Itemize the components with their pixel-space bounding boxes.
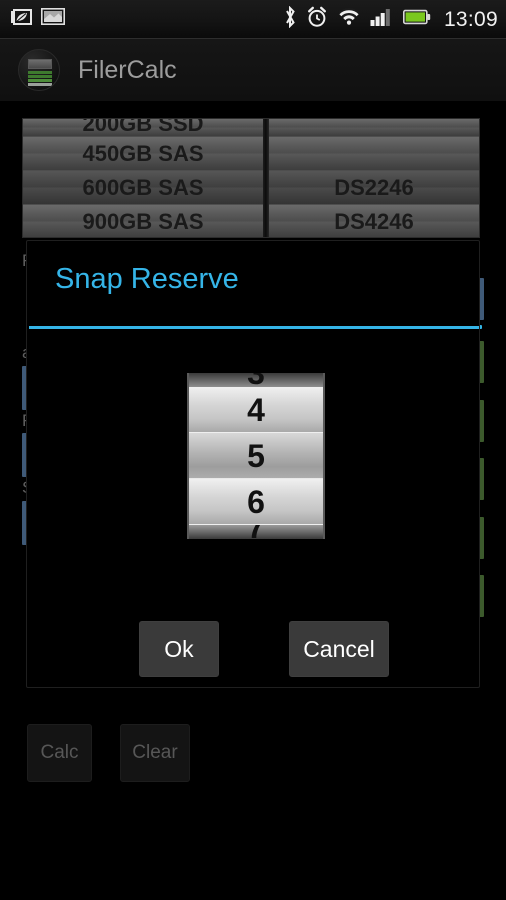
filer-rack-icon[interactable]	[18, 49, 60, 91]
dialog-title: Snap Reserve	[55, 263, 239, 295]
snap-reserve-number-picker[interactable]: 3 4 5 6 7	[187, 373, 325, 539]
snap-reserve-dialog: Snap Reserve 3 4 5 6 7 Ok Cancel	[26, 240, 480, 688]
table-row[interactable]: DS4246	[269, 205, 479, 237]
clear-button[interactable]: Clear	[120, 724, 190, 782]
picker-item-above[interactable]: 4	[189, 387, 323, 433]
ok-button[interactable]: Ok	[139, 621, 219, 677]
action-bar: FilerCalc	[0, 39, 506, 101]
table-row[interactable]	[269, 137, 479, 171]
rack-row	[28, 71, 52, 74]
rack-row	[28, 83, 52, 86]
eco-leaf-icon	[10, 8, 32, 30]
picker-item-selected[interactable]: 5	[189, 433, 323, 479]
alarm-clock-icon	[306, 6, 328, 33]
status-clock: 13:09	[443, 7, 498, 31]
table-row[interactable]	[269, 119, 479, 137]
table-row[interactable]: 450GB SAS	[23, 137, 263, 171]
picker-item-partial-top[interactable]: 3	[189, 373, 323, 387]
cancel-button[interactable]: Cancel	[289, 621, 389, 677]
status-bar-left-icons	[10, 8, 65, 30]
rack-top-panel	[28, 59, 52, 69]
table-row[interactable]: DS2246	[269, 171, 479, 205]
screenshot-icon	[41, 8, 65, 30]
table-row[interactable]: 600GB SAS	[23, 171, 263, 205]
rack-row	[28, 79, 52, 82]
wifi-icon	[337, 7, 361, 31]
disk-type-column[interactable]: 200GB SSD 450GB SAS 600GB SAS 900GB SAS	[23, 119, 263, 237]
picker-item-below[interactable]: 6	[189, 479, 323, 525]
app-title: FilerCalc	[78, 55, 177, 84]
rack-row	[28, 75, 52, 78]
status-bar-right-icons: 13:09	[283, 5, 498, 33]
shelf-type-column[interactable]: DS2246 DS4246	[269, 119, 479, 237]
calc-button[interactable]: Calc	[27, 724, 92, 782]
signal-bars-icon	[370, 7, 394, 32]
battery-icon	[402, 9, 431, 30]
phone-screen: 13:09 FilerCalc 200GB SSD 450GB SAS 600G…	[0, 0, 506, 900]
table-row[interactable]: 900GB SAS	[23, 205, 263, 237]
disk-type-table[interactable]: 200GB SSD 450GB SAS 600GB SAS 900GB SAS …	[22, 118, 480, 238]
dialog-title-divider	[29, 326, 479, 329]
picker-item-partial-bottom[interactable]: 7	[189, 525, 323, 539]
bluetooth-icon	[283, 5, 297, 33]
table-row[interactable]: 200GB SSD	[23, 119, 263, 137]
status-bar: 13:09	[0, 0, 506, 38]
